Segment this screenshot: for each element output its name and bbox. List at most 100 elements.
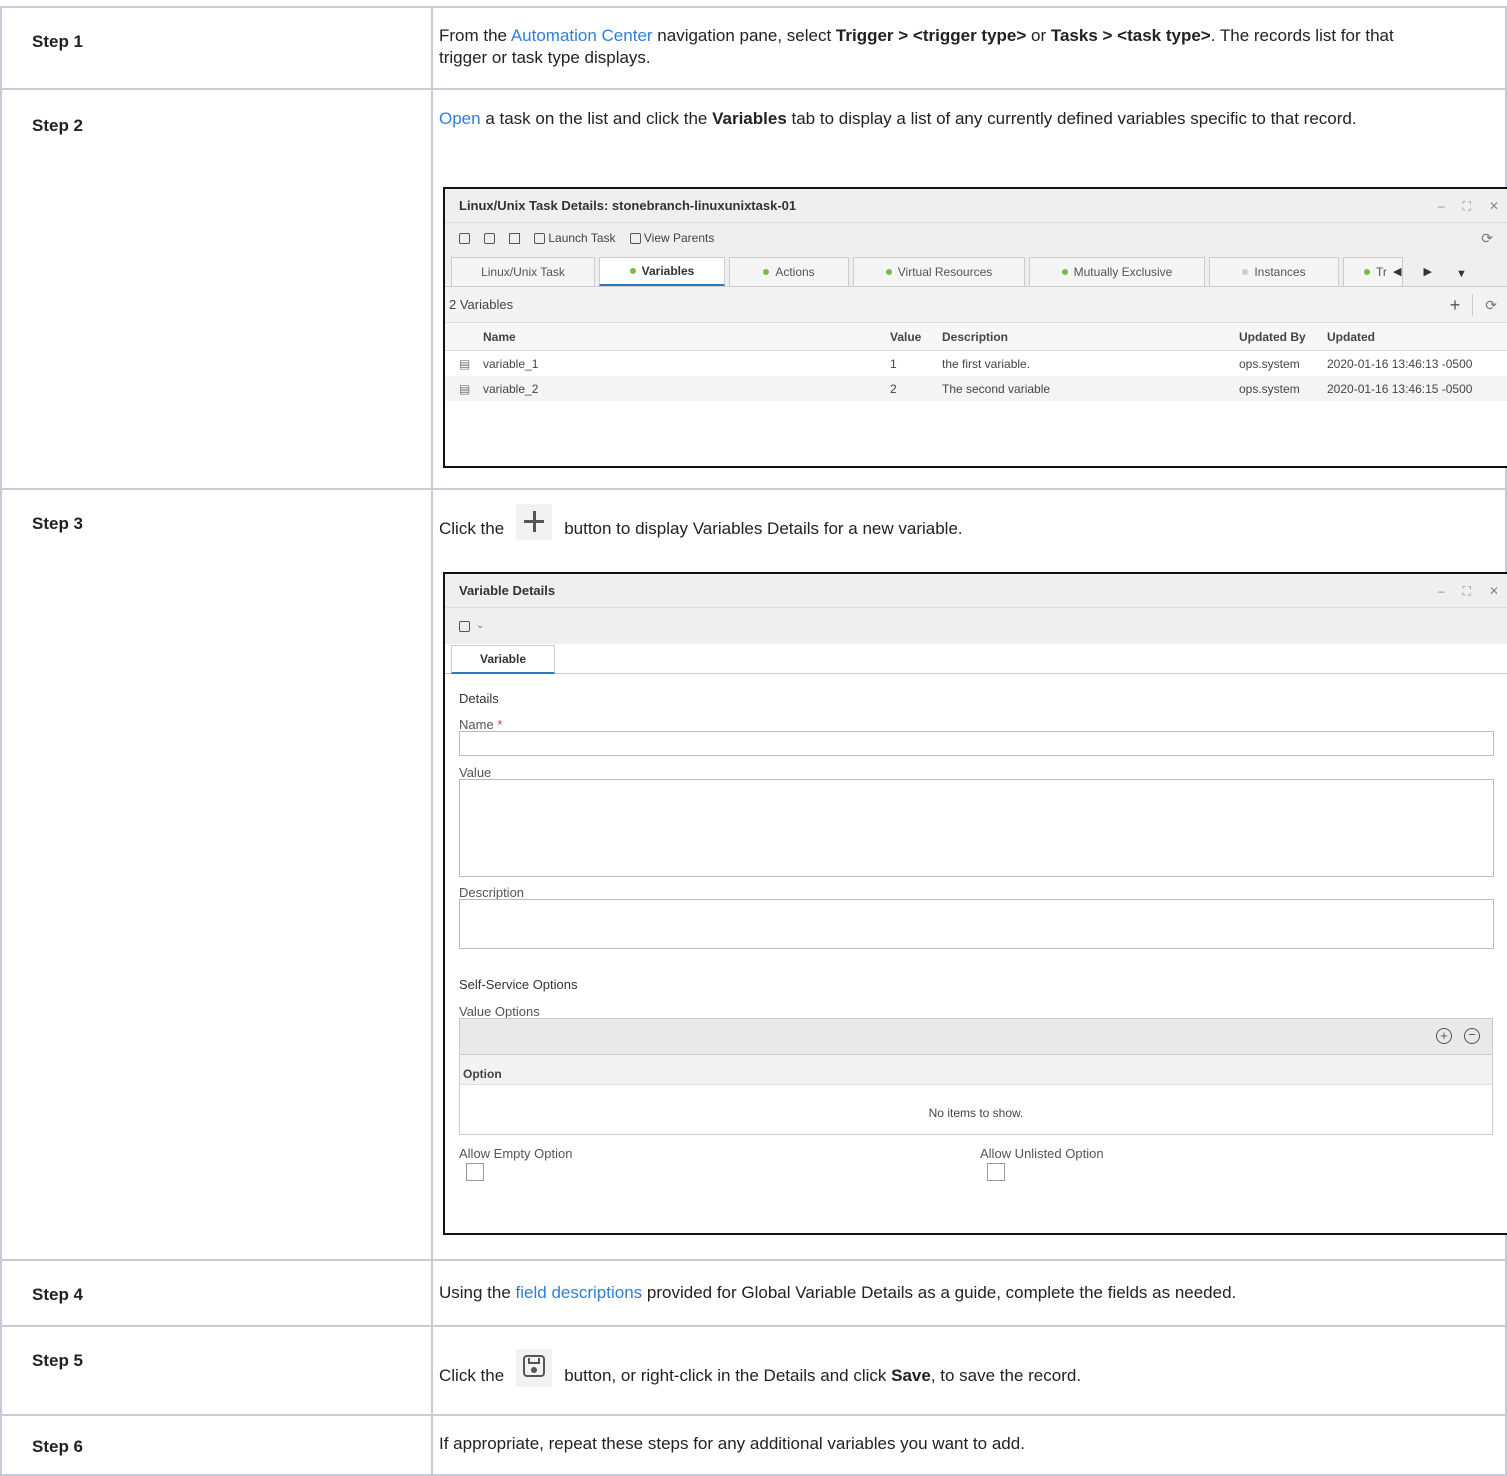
save-icon[interactable]: [459, 620, 470, 632]
text-run: If appropriate, repeat these steps for a…: [439, 1434, 1025, 1453]
column-updated[interactable]: Updated: [1327, 326, 1375, 348]
step-4-text: Using the field descriptions provided fo…: [431, 1259, 1507, 1327]
task-tabs: Linux/Unix Task Variables Actions Virtua…: [445, 253, 1507, 287]
allow-unlisted-checkbox[interactable]: [987, 1163, 1005, 1181]
save-button-icon: [516, 1349, 553, 1387]
step-label: Step 4: [0, 1259, 433, 1327]
steps-table: Step 1 From the Automation Center naviga…: [0, 6, 1507, 1476]
step-5-save-word: Save: [891, 1366, 931, 1385]
details-heading: Details: [459, 691, 499, 706]
record-icon: ▤: [459, 356, 471, 371]
variables-count-bar: 2 Variables + ⟳: [445, 287, 1507, 323]
window-title: Linux/Unix Task Details: stonebranch-lin…: [459, 197, 797, 213]
text-run: Using the: [439, 1283, 516, 1302]
row-name: variable_2: [483, 381, 539, 396]
row-description: The second variable: [942, 381, 1051, 396]
tab-virtual-resources[interactable]: Virtual Resources: [853, 257, 1025, 286]
tab-variables[interactable]: Variables: [599, 257, 725, 286]
value-options-toolbar: + −: [460, 1019, 1492, 1055]
step-label: Step 3: [0, 488, 433, 1261]
tab-actions[interactable]: Actions: [729, 257, 849, 286]
remove-option-icon[interactable]: −: [1464, 1028, 1480, 1044]
name-input[interactable]: [459, 731, 1494, 756]
step-5-text-middle: button, or right-click in the Details an…: [564, 1366, 892, 1385]
allow-unlisted-label: Allow Unlisted Option: [980, 1146, 1104, 1161]
launch-task-button[interactable]: Launch Task: [534, 227, 616, 249]
tab-menu-icon[interactable]: ▼: [1456, 261, 1467, 286]
minimize-icon[interactable]: –: [1438, 580, 1445, 602]
view-parents-icon: [629, 233, 641, 244]
delete-icon[interactable]: [509, 232, 520, 244]
allow-empty-checkbox[interactable]: [466, 1163, 484, 1181]
doc-link[interactable]: field descriptions: [516, 1283, 643, 1302]
column-name[interactable]: Name: [445, 326, 890, 348]
row-updated: 2020-01-16 13:46:15 -0500: [1327, 381, 1473, 396]
step-3-text: Click the button to display Variables De…: [439, 504, 1505, 540]
variables-count: 2 Variables: [449, 296, 514, 312]
row-value: 1: [890, 356, 897, 371]
tab-instances[interactable]: Instances: [1209, 257, 1339, 286]
variable-tabs: Variable: [445, 644, 1507, 674]
refresh-icon[interactable]: ⟳: [1481, 227, 1493, 249]
step-5-text-after: , to save the record.: [930, 1366, 1082, 1385]
doc-link[interactable]: Automation Center: [511, 26, 653, 45]
bold-text: Variables: [712, 109, 787, 128]
status-dot: [885, 269, 892, 275]
add-option-icon[interactable]: +: [1436, 1028, 1452, 1044]
name-label-text: Name: [459, 717, 494, 732]
save-icon[interactable]: [459, 232, 470, 244]
table-row[interactable]: ▤ variable_1 1 the first variable. ops.s…: [445, 351, 1507, 376]
row-updated-by: ops.system: [1239, 356, 1300, 371]
step-label: Step 2: [0, 88, 433, 490]
launch-task-label: Launch Task: [548, 231, 616, 245]
doc-link[interactable]: Open: [439, 109, 481, 128]
row-updated-by: ops.system: [1239, 381, 1300, 396]
variable-toolbar: ⌄: [445, 608, 1507, 644]
text-run: or: [1026, 26, 1051, 45]
value-options-grid: + − Option No items to show.: [459, 1018, 1493, 1135]
record-icon: ▤: [459, 381, 471, 396]
view-parents-button[interactable]: View Parents: [629, 227, 715, 249]
column-value[interactable]: Value: [890, 326, 942, 348]
tab-linux-unix-task[interactable]: Linux/Unix Task: [451, 257, 595, 286]
scroll-left-icon[interactable]: ◀: [1393, 257, 1401, 286]
minimize-icon[interactable]: –: [1438, 195, 1445, 217]
status-dot: [763, 269, 770, 275]
row-name: variable_1: [483, 356, 539, 371]
close-icon[interactable]: ✕: [1489, 195, 1499, 217]
step-2-text: Open a task on the list and click the Va…: [439, 108, 1505, 130]
required-mark: *: [497, 717, 503, 732]
tab-variable[interactable]: Variable: [451, 645, 555, 674]
view-parents-label: View Parents: [643, 231, 715, 245]
step-3-text-before: Click the: [439, 519, 505, 538]
table-row[interactable]: ▤ variable_2 2 The second variable ops.s…: [445, 376, 1507, 401]
status-dot: [1061, 269, 1068, 275]
column-updated-by[interactable]: Updated By: [1239, 326, 1327, 348]
column-description[interactable]: Description: [942, 326, 1239, 348]
description-input[interactable]: [459, 899, 1494, 949]
tab-mutually-exclusive[interactable]: Mutually Exclusive: [1029, 257, 1205, 286]
tab-label: Linux/Unix Task: [481, 265, 565, 279]
tab-label: Variables: [641, 264, 695, 278]
chevron-down-icon[interactable]: ⌄: [476, 615, 484, 637]
row-value: 2: [890, 381, 897, 396]
text-run: navigation pane, select: [652, 26, 836, 45]
text-run: tab to display a list of any currently d…: [786, 109, 1357, 128]
text-run: provided for Global Variable Details as …: [642, 1283, 1237, 1302]
scroll-right-icon[interactable]: ▶: [1423, 257, 1431, 286]
row-description: the first variable.: [942, 356, 1031, 371]
window-titlebar: Linux/Unix Task Details: stonebranch-lin…: [445, 189, 1507, 223]
task-details-window: Linux/Unix Task Details: stonebranch-lin…: [443, 187, 1507, 468]
tab-label: Virtual Resources: [897, 265, 993, 279]
launch-icon: [534, 233, 545, 244]
close-icon[interactable]: ✕: [1489, 580, 1499, 602]
maximize-icon[interactable]: ⛶: [1463, 195, 1471, 217]
refresh-icon[interactable]: ⟳: [1485, 294, 1497, 316]
copy-icon[interactable]: [484, 232, 495, 244]
maximize-icon[interactable]: ⛶: [1463, 580, 1471, 602]
add-icon[interactable]: +: [1450, 294, 1461, 316]
value-textarea[interactable]: [459, 779, 1494, 877]
text-run: a task on the list and click the: [480, 109, 713, 128]
variables-grid-header: Name Value Description Updated By Update…: [445, 323, 1507, 351]
window-title: Variable Details: [459, 582, 556, 598]
